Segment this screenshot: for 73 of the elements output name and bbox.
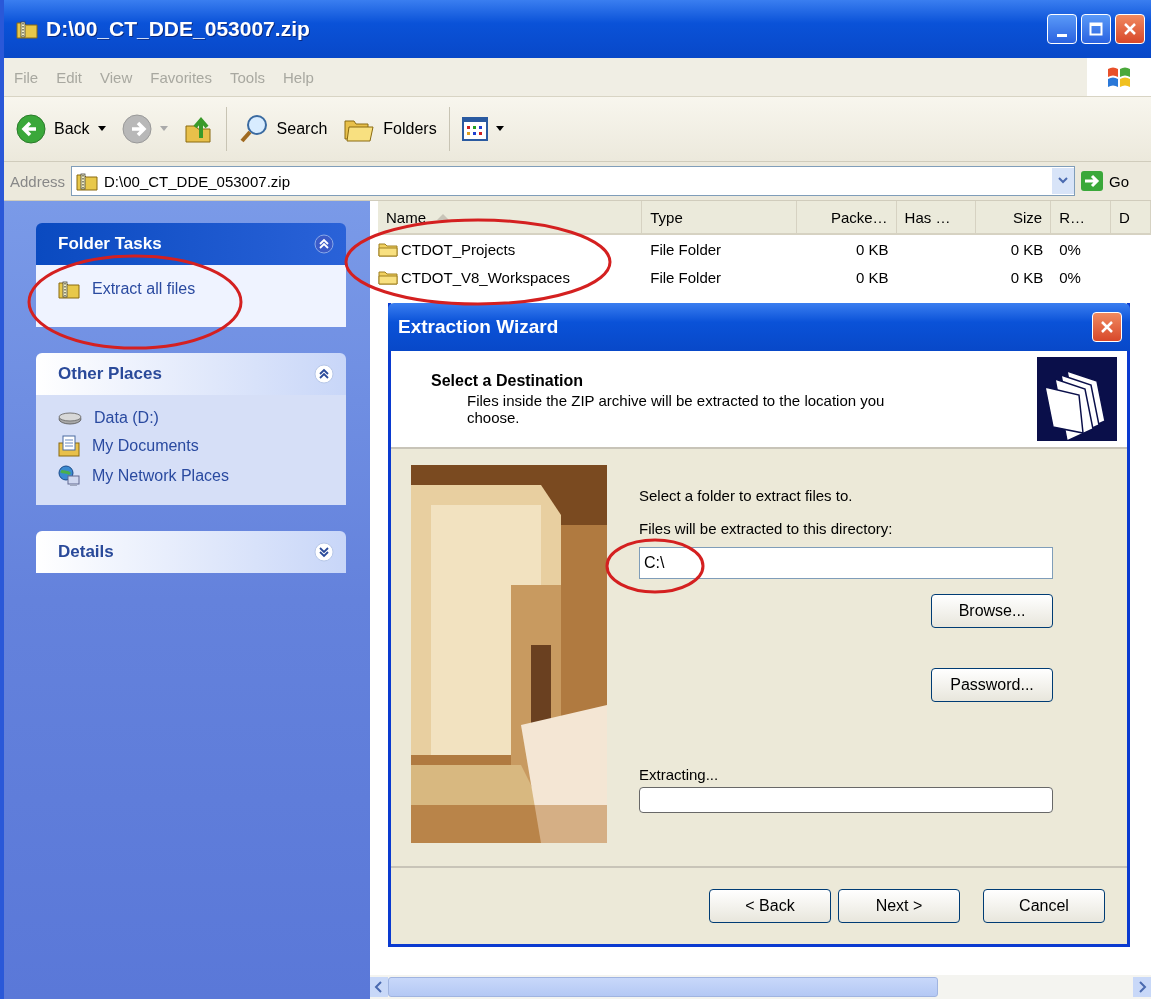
progress-label: Extracting... [639,766,720,783]
task-link[interactable]: My Documents [92,437,199,455]
dropdown-button[interactable] [1052,168,1074,194]
column-header[interactable]: Name [378,201,643,233]
table-cell: 0 KB [856,240,889,258]
file-name[interactable]: CTDOT_V8_Workspaces [401,268,570,286]
wizard-heading: Select a Destination [431,372,585,390]
task-link[interactable]: Data (D:) [94,409,159,427]
cancel-button[interactable]: Cancel [983,889,1105,923]
window-title: D:\00_CT_DDE_053007.zip [46,17,310,41]
minimize-icon [1057,33,1067,37]
destination-field[interactable]: C:\ [639,547,1053,579]
dropdown-caret-icon [97,126,106,132]
zipped-folder-icon [76,171,99,191]
maximize-button[interactable] [1081,14,1111,44]
close-icon [1123,22,1137,36]
wizard-description: Files inside the ZIP archive will be extracted to the location you choose. [466,392,886,426]
panel-header[interactable]: Details [36,531,346,573]
chevron-down-icon [1058,177,1068,185]
search-icon [238,114,269,144]
column-header[interactable]: Packe… [796,201,897,233]
folders-button[interactable]: Folders [339,111,441,147]
folder-icon [378,269,398,285]
panel-header[interactable]: Folder Tasks [36,223,346,265]
address-label: Address [10,172,66,190]
scroll-left-icon [370,977,388,997]
table-cell: File Folder [650,240,722,258]
password-button[interactable]: Password... [931,668,1053,702]
instruction-text: Select a folder to extract files to. [639,487,854,504]
zipped-folder-icon [58,279,80,299]
column-header[interactable]: D [1111,201,1151,233]
folder-documents-icon [58,435,80,457]
dialog-title: Extraction Wizard [398,316,559,338]
view-grid-icon [461,117,488,141]
zipped-folder-icon [16,19,38,39]
table-cell: File Folder [650,268,722,286]
search-button[interactable]: Search [234,110,332,148]
windows-flag-icon [1106,65,1132,89]
maximize-icon [1089,22,1103,36]
back-button[interactable]: Back [12,110,110,148]
browse-button[interactable]: Browse... [931,594,1053,628]
column-header[interactable]: Type [642,201,797,233]
next-button[interactable]: Next > [838,889,960,923]
close-button[interactable] [1092,312,1122,342]
table-cell: 0 KB [1010,268,1044,286]
column-header[interactable]: Has … [896,201,977,233]
table-cell: 0% [1059,240,1081,258]
folders-stack-icon [1037,357,1117,441]
column-header[interactable]: Size [976,201,1052,233]
panel-header[interactable]: Other Places [36,353,346,395]
dropdown-caret-icon [495,126,504,132]
task-link[interactable]: Extract all files [92,280,196,298]
go-button[interactable]: Go [1081,171,1145,191]
table-cell: 0 KB [856,268,889,286]
back-button[interactable]: < Back [709,889,831,923]
address-field[interactable]: D:\00_CT_DDE_053007.zip [71,166,1075,196]
drive-icon [58,410,82,426]
table-cell: 0 KB [1010,240,1044,258]
task-link[interactable]: My Network Places [92,467,229,485]
go-arrow-icon [1081,171,1103,191]
horizontal-scrollbar[interactable] [370,975,1151,999]
column-header[interactable]: R… [1051,201,1112,233]
field-label: Files will be extracted to this directory: [639,520,894,537]
scroll-right-icon [1133,977,1151,997]
network-globe-icon [58,465,80,487]
dropdown-caret-icon [159,126,168,132]
minimize-button[interactable] [1047,14,1077,44]
scroll-thumb[interactable] [388,977,938,997]
close-button[interactable] [1115,14,1145,44]
table-cell: 0% [1059,268,1081,286]
close-icon [1100,320,1114,334]
file-name[interactable]: CTDOT_Projects [401,240,516,258]
folder-icon [378,241,398,257]
